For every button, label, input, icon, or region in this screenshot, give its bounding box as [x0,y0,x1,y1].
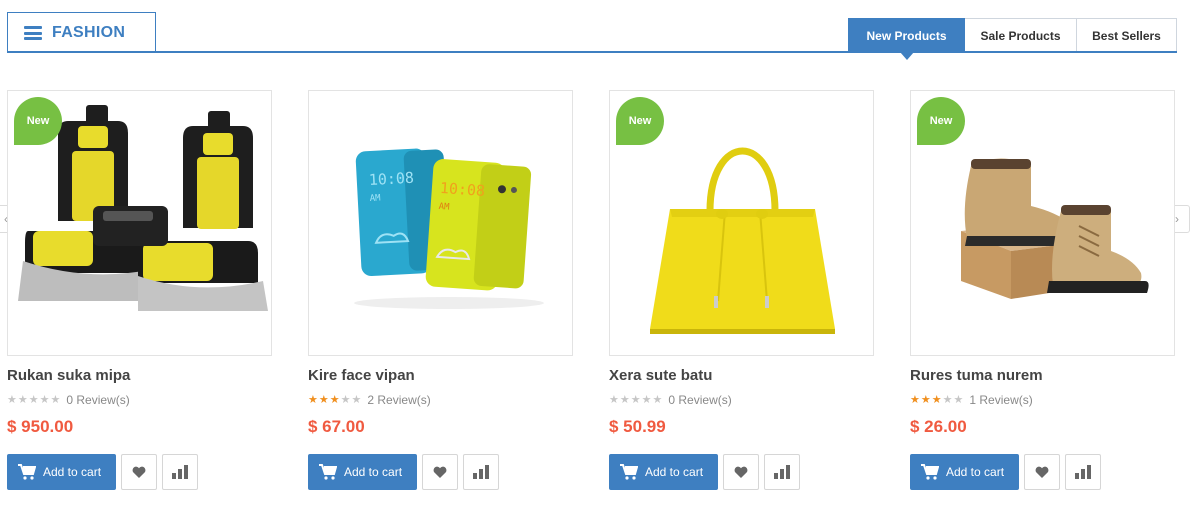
tab-best-sellers[interactable]: Best Sellers [1077,18,1177,53]
star-icon: ★ [308,393,318,406]
product-rating: ★ ★ ★ ★ ★ 0 Review(s) [609,393,874,407]
compare-button[interactable] [764,454,800,490]
star-icon: ★ [329,393,340,406]
add-to-cart-button[interactable]: Add to cart [910,454,1019,490]
star-icon: ★ [641,393,652,406]
star-icon: ★ [652,393,663,406]
add-to-cart-button[interactable]: Add to cart [7,454,116,490]
new-badge: New [616,97,664,145]
bar-chart-icon [774,465,790,479]
product-image-link[interactable]: New [910,90,1175,356]
product-price: $ 67.00 [308,417,365,436]
star-icon: ★ [50,393,61,406]
star-rating: ★ ★ ★ ★ ★ [910,393,964,406]
category-title: FASHION [52,24,126,41]
product-image-link[interactable]: New [609,90,874,356]
svg-text:AM: AM [438,202,450,213]
add-to-cart-button[interactable]: Add to cart [308,454,417,490]
star-icon: ★ [920,393,931,406]
svg-text:10:08: 10:08 [368,169,414,189]
add-to-cart-label: Add to cart [946,465,1005,479]
star-icon: ★ [28,393,39,406]
star-icon: ★ [953,393,964,406]
tab-new-products[interactable]: New Products [848,18,965,60]
star-rating: ★ ★ ★ ★ ★ [7,393,61,406]
wishlist-button[interactable] [121,454,157,490]
star-icon: ★ [931,393,942,406]
star-icon: ★ [7,393,17,406]
heart-icon [734,466,748,478]
new-badge: New [14,97,62,145]
review-count[interactable]: 2 Review(s) [367,393,430,407]
star-icon: ★ [351,393,362,406]
compare-button[interactable] [463,454,499,490]
bar-chart-icon [473,465,489,479]
star-icon: ★ [910,393,920,406]
review-count[interactable]: 1 Review(s) [969,393,1032,407]
star-icon: ★ [619,393,630,406]
product-name[interactable]: Kire face vipan [308,367,573,387]
product-card: New Xera sute batu ★ ★ ★ ★ ★ 0 Review(s) $ 5… [609,90,874,490]
header-divider [7,51,1177,53]
cart-icon [18,464,36,480]
product-actions: Add to cart [609,454,874,490]
product-name[interactable]: Rukan suka mipa [7,367,272,387]
add-to-cart-label: Add to cart [645,465,704,479]
category-header: FASHION New Products Sale Products Best … [7,12,1177,60]
cart-icon [921,464,939,480]
product-card: 10:08 AM 10:08 AM Kire face vipan ★ ★ ★ … [308,90,573,490]
product-card: New Rures tuma nurem ★ ★ ★ ★ ★ 1 Review(… [910,90,1175,490]
heart-icon [433,466,447,478]
add-to-cart-button[interactable]: Add to cart [609,454,718,490]
product-rating: ★ ★ ★ ★ ★ 0 Review(s) [7,393,272,407]
hamburger-icon [24,26,42,40]
review-count[interactable]: 0 Review(s) [668,393,731,407]
product-actions: Add to cart [7,454,272,490]
product-actions: Add to cart [308,454,573,490]
add-to-cart-label: Add to cart [43,465,102,479]
wishlist-button[interactable] [1024,454,1060,490]
add-to-cart-label: Add to cart [344,465,403,479]
star-icon: ★ [630,393,641,406]
product-price: $ 26.00 [910,417,967,436]
product-carousel: New Rukan suka mipa ★ ★ ★ ★ ★ 0 Review(s… [7,90,1177,500]
cart-icon [319,464,337,480]
star-icon: ★ [39,393,50,406]
product-image-link[interactable]: New [7,90,272,356]
product-price: $ 50.99 [609,417,666,436]
phone-flip-cases-image: 10:08 AM 10:08 AM [354,148,544,309]
wishlist-button[interactable] [723,454,759,490]
star-icon: ★ [942,393,953,406]
tab-sale-products[interactable]: Sale Products [965,18,1077,53]
product-card: New Rukan suka mipa ★ ★ ★ ★ ★ 0 Review(s… [7,90,272,490]
svg-text:AM: AM [370,193,382,204]
new-badge: New [917,97,965,145]
bar-chart-icon [172,465,188,479]
star-icon: ★ [17,393,28,406]
star-rating: ★ ★ ★ ★ ★ [609,393,663,406]
product-rating: ★ ★ ★ ★ ★ 2 Review(s) [308,393,573,407]
product-name[interactable]: Xera sute batu [609,367,874,387]
product-tabs: New Products Sale Products Best Sellers [848,18,1177,60]
review-count[interactable]: 0 Review(s) [66,393,129,407]
star-icon: ★ [340,393,351,406]
product-rating: ★ ★ ★ ★ ★ 1 Review(s) [910,393,1175,407]
cart-icon [620,464,638,480]
heart-icon [132,466,146,478]
wishlist-button[interactable] [422,454,458,490]
star-icon: ★ [609,393,619,406]
heart-icon [1035,466,1049,478]
svg-text:10:08: 10:08 [439,179,485,200]
category-menu-toggle[interactable]: FASHION [7,12,156,53]
star-rating: ★ ★ ★ ★ ★ [308,393,362,406]
product-price: $ 950.00 [7,417,74,436]
compare-button[interactable] [162,454,198,490]
compare-button[interactable] [1065,454,1101,490]
bar-chart-icon [1075,465,1091,479]
star-icon: ★ [318,393,329,406]
product-image-link[interactable]: 10:08 AM 10:08 AM [308,90,573,356]
product-actions: Add to cart [910,454,1175,490]
product-name[interactable]: Rures tuma nurem [910,367,1175,387]
